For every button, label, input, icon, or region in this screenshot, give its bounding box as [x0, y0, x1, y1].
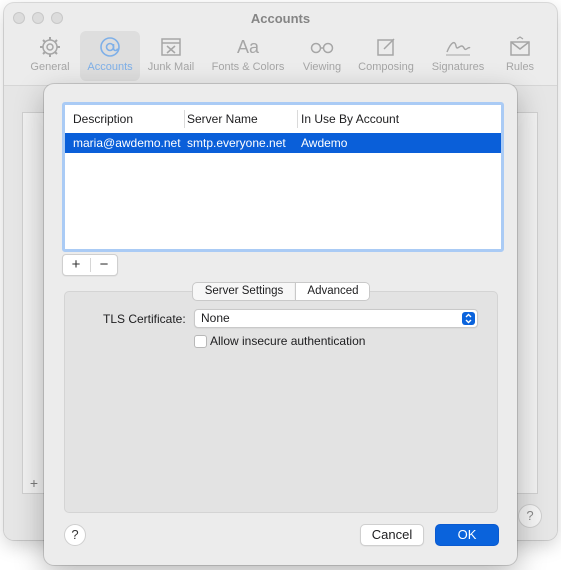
- glasses-icon: [308, 35, 336, 59]
- smtp-server-sheet: Description Server Name In Use By Accoun…: [44, 84, 517, 565]
- toolbar-label-accounts: Accounts: [87, 61, 133, 73]
- cell-server-name: smtp.everyone.net: [187, 136, 286, 150]
- gear-icon: [36, 35, 64, 59]
- add-remove-control: + −: [62, 254, 118, 276]
- smtp-server-table[interactable]: Description Server Name In Use By Accoun…: [62, 102, 504, 252]
- help-button[interactable]: ?: [64, 524, 86, 546]
- add-server-button[interactable]: +: [63, 255, 89, 275]
- column-header-server-name[interactable]: Server Name: [187, 112, 258, 126]
- toolbar-item-accounts[interactable]: Accounts: [80, 31, 140, 81]
- toolbar-label-composing: Composing: [358, 61, 414, 73]
- cancel-button[interactable]: Cancel: [360, 524, 424, 546]
- tls-certificate-value: None: [201, 311, 230, 325]
- toolbar-item-junk-mail[interactable]: Junk Mail: [143, 31, 199, 81]
- table-row[interactable]: maria@awdemo.net smtp.everyone.net Awdem…: [65, 133, 501, 153]
- allow-insecure-auth-checkbox[interactable]: [194, 335, 207, 348]
- toolbar-item-composing[interactable]: Composing: [354, 31, 418, 81]
- toolbar-label-fonts-colors: Fonts & Colors: [211, 61, 285, 73]
- signature-icon: [444, 35, 472, 59]
- title-bar: Accounts: [4, 3, 557, 31]
- column-header-in-use-by-account[interactable]: In Use By Account: [301, 112, 399, 126]
- column-divider: [297, 110, 298, 128]
- allow-insecure-auth-label[interactable]: Allow insecure authentication: [210, 334, 365, 348]
- at-sign-icon: [96, 35, 124, 59]
- column-header-description[interactable]: Description: [73, 112, 133, 126]
- table-header: Description Server Name In Use By Accoun…: [65, 105, 501, 134]
- toolbar-label-signatures: Signatures: [431, 61, 485, 73]
- tls-certificate-select[interactable]: None: [194, 309, 478, 328]
- chevron-up-down-icon: [462, 312, 475, 325]
- cell-in-use-by-account: Awdemo: [301, 136, 348, 150]
- toolbar-label-junk-mail: Junk Mail: [147, 61, 195, 73]
- rules-envelope-icon: [506, 35, 534, 59]
- toolbar-label-general: General: [30, 61, 70, 73]
- background-help-button[interactable]: ?: [518, 504, 542, 528]
- background-add-account-button[interactable]: +: [24, 474, 44, 492]
- toolbar-item-rules[interactable]: Rules: [498, 31, 542, 81]
- cell-description: maria@awdemo.net: [73, 136, 181, 150]
- remove-server-button[interactable]: −: [91, 255, 117, 275]
- toolbar-item-viewing[interactable]: Viewing: [297, 31, 347, 81]
- column-divider: [184, 110, 185, 128]
- junk-tray-icon: [157, 35, 185, 59]
- compose-pencil-icon: [372, 35, 400, 59]
- window-title: Accounts: [250, 11, 311, 26]
- toolbar-item-signatures[interactable]: Signatures: [426, 31, 490, 81]
- tab-advanced[interactable]: Advanced: [295, 283, 369, 300]
- preferences-toolbar: General Accounts Junk Mail Aa Fonts & Co…: [12, 31, 552, 81]
- ok-button[interactable]: OK: [435, 524, 499, 546]
- toolbar-item-fonts-colors[interactable]: Aa Fonts & Colors: [208, 31, 288, 81]
- tab-server-settings[interactable]: Server Settings: [193, 283, 295, 300]
- toolbar-label-rules: Rules: [505, 61, 535, 73]
- settings-tab-control: Server Settings Advanced: [192, 282, 370, 301]
- toolbar-item-general[interactable]: General: [22, 31, 78, 81]
- toolbar-label-viewing: Viewing: [302, 61, 342, 73]
- font-aa-icon: Aa: [236, 36, 260, 57]
- tls-certificate-label: TLS Certificate:: [103, 312, 186, 326]
